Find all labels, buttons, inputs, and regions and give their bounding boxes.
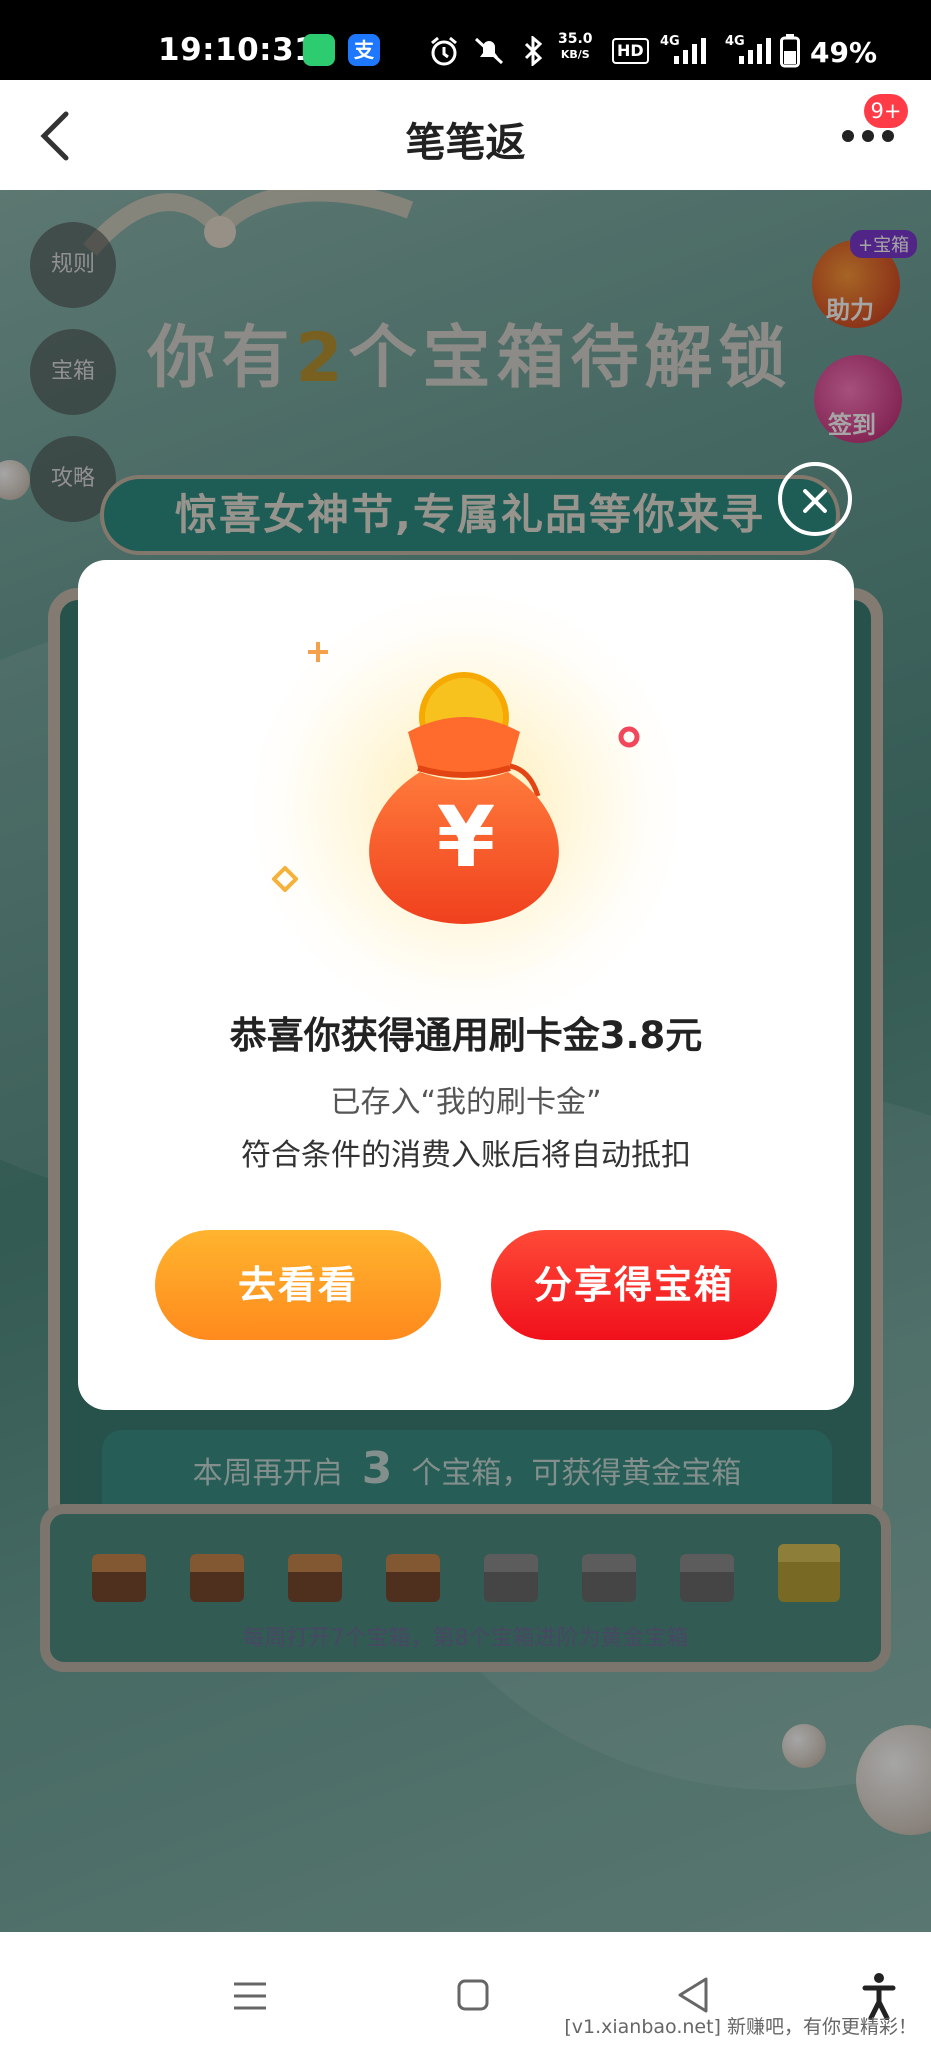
alarm-icon	[431, 36, 457, 66]
status-bar: 19:10:31 支 35.0 KB/S HD 4G 4G 49%	[0, 0, 931, 80]
reward-subtitle: 已存入“我的刷卡金”	[330, 1085, 602, 1120]
back-nav-icon[interactable]	[676, 1976, 710, 2014]
nav-bar: 笔笔返	[0, 80, 931, 190]
hd-icon: HD	[612, 38, 649, 64]
speed-unit: KB/S	[560, 48, 590, 61]
alipay-app-icon: 支	[348, 34, 380, 66]
sparkle-ring-icon	[618, 726, 640, 748]
go-look-button[interactable]: 去看看	[155, 1230, 441, 1340]
menu-icon[interactable]	[232, 1980, 268, 2012]
sparkle-diamond-icon	[272, 866, 298, 892]
more-badge: 9+	[864, 94, 908, 128]
battery-percent: 49%	[810, 36, 878, 69]
reward-title: 恭喜你获得通用刷卡金3.8元	[229, 1014, 703, 1057]
speed-value: 35.0	[558, 31, 593, 47]
home-icon[interactable]	[456, 1978, 490, 2012]
mute-icon	[474, 37, 504, 65]
reward-description: 符合条件的消费入账后将自动抵扣	[241, 1138, 691, 1173]
page-title: 笔笔返	[405, 120, 526, 166]
reward-dialog: ¥ 恭喜你获得通用刷卡金3.8元 已存入“我的刷卡金” 符合条件的消费入账后将自…	[78, 560, 854, 1410]
message-app-icon	[303, 34, 335, 66]
status-time: 19:10:31	[158, 32, 317, 68]
bluetooth-icon	[524, 36, 543, 66]
close-dialog-button[interactable]	[778, 462, 852, 536]
sparkle-plus-icon	[308, 642, 328, 662]
battery-icon	[780, 34, 800, 68]
watermark-text: [v1.xianbao.net] 新赚吧，有你更精彩！	[564, 2016, 917, 2038]
yen-symbol: ¥	[436, 788, 496, 886]
signal-icon-2	[739, 38, 771, 64]
signal-icon-1	[674, 38, 706, 64]
screen: 19:10:31 支 35.0 KB/S HD 4G 4G 49% 笔笔返 9+…	[0, 0, 931, 2048]
network-speed: 35.0 KB/S	[558, 32, 593, 62]
share-for-chest-button[interactable]: 分享得宝箱	[491, 1230, 777, 1340]
more-icon[interactable]	[838, 126, 898, 146]
